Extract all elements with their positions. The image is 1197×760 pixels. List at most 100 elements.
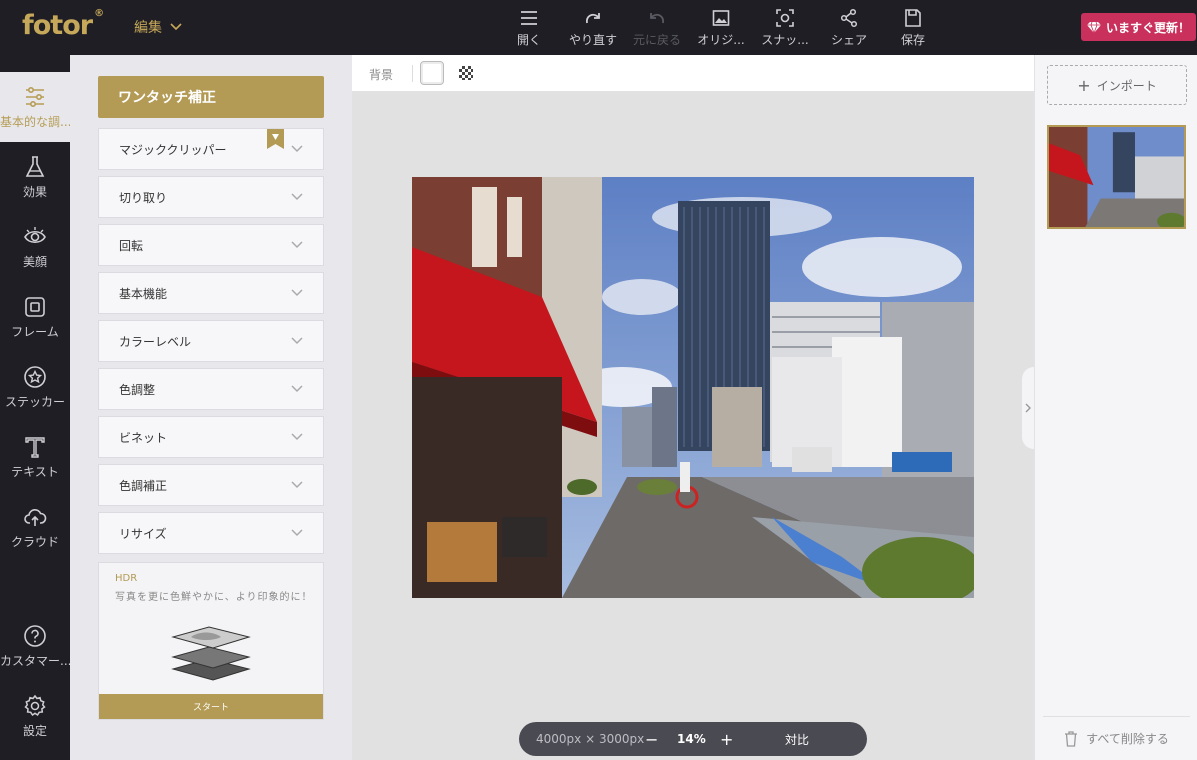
sticker-icon bbox=[24, 365, 46, 388]
nav-customer-support[interactable]: カスタマー... bbox=[0, 611, 70, 681]
chevron-right-icon bbox=[1025, 403, 1031, 413]
menu-icon bbox=[521, 11, 537, 25]
canvas-area: 4000px × 3000px − 14% + 対比 bbox=[352, 92, 1034, 760]
open-button[interactable]: 開く bbox=[497, 8, 561, 48]
collapse-right-panel-button[interactable] bbox=[1022, 367, 1034, 449]
share-icon bbox=[840, 8, 858, 28]
compare-button[interactable]: 対比 bbox=[785, 731, 809, 748]
fotor-logo[interactable]: fotor ® bbox=[22, 8, 104, 41]
accordion-label: 色調整 bbox=[119, 382, 156, 397]
gear-icon bbox=[24, 694, 46, 716]
diamond-icon bbox=[1086, 21, 1101, 33]
chevron-down-icon bbox=[291, 145, 303, 153]
accordion-label: 基本機能 bbox=[119, 286, 168, 301]
chevron-down-icon bbox=[291, 241, 303, 249]
premium-badge-icon bbox=[267, 129, 284, 149]
accordion-label: 色調補正 bbox=[119, 478, 168, 493]
image-icon bbox=[712, 10, 730, 26]
chevron-down-icon bbox=[291, 481, 303, 489]
eye-icon bbox=[24, 226, 46, 243]
zoom-in-button[interactable]: + bbox=[720, 730, 733, 749]
top-bar: fotor ® 編集 開く やり直す 元に戻る オリジ... スナッ... シェア bbox=[0, 0, 1197, 55]
hdr-description: 写真を更に色鮮やかに、より印象的に！ bbox=[115, 592, 313, 603]
nav-basic-adjust[interactable]: 基本的な調... bbox=[0, 72, 70, 142]
sliders-icon bbox=[26, 86, 44, 107]
one-touch-fix-button[interactable]: ワンタッチ補正 bbox=[98, 76, 324, 118]
zoom-out-button[interactable]: − bbox=[645, 730, 658, 749]
delete-all-label: すべて削除する bbox=[1086, 732, 1169, 746]
snapshot-icon bbox=[776, 9, 794, 27]
hdr-title: HDR bbox=[115, 573, 138, 584]
frame-icon bbox=[25, 296, 45, 317]
chevron-down-icon bbox=[291, 433, 303, 441]
right-panel: + インポート すべて削除する bbox=[1034, 55, 1197, 760]
undo-button[interactable]: 元に戻る bbox=[625, 8, 689, 48]
divider bbox=[412, 65, 413, 82]
canvas-toolbar: 背景 bbox=[352, 55, 1034, 92]
chevron-down-icon bbox=[170, 23, 182, 31]
text-icon bbox=[25, 436, 45, 458]
hdr-card: HDR 写真を更に色鮮やかに、より印象的に！ スタート bbox=[98, 562, 324, 720]
upgrade-button[interactable]: いますぐ更新！ bbox=[1080, 13, 1196, 41]
cloud-icon bbox=[24, 508, 47, 526]
background-label: 背景 bbox=[369, 68, 394, 82]
nav-text[interactable]: テキスト bbox=[0, 422, 70, 492]
import-button[interactable]: + インポート bbox=[1047, 65, 1187, 105]
nav-effects[interactable]: 効果 bbox=[0, 142, 70, 212]
save-button[interactable]: 保存 bbox=[881, 8, 945, 48]
save-icon bbox=[905, 9, 921, 27]
accordion-rotate[interactable]: 回転 bbox=[98, 224, 324, 266]
share-button[interactable]: シェア bbox=[817, 8, 881, 48]
upgrade-label: いますぐ更新！ bbox=[1105, 20, 1190, 35]
accordion-resize[interactable]: リサイズ bbox=[98, 512, 324, 554]
image-size-readout: 4000px × 3000px bbox=[536, 732, 645, 746]
accordion-color-adjust[interactable]: 色調整 bbox=[98, 368, 324, 410]
chevron-down-icon bbox=[291, 529, 303, 537]
redo-icon bbox=[586, 13, 600, 24]
edit-menu[interactable]: 編集 bbox=[134, 17, 182, 37]
plus-icon: + bbox=[1077, 75, 1091, 95]
help-icon bbox=[24, 624, 46, 647]
original-button[interactable]: オリジ... bbox=[689, 8, 753, 48]
accordion-label: リサイズ bbox=[119, 526, 167, 541]
layers-icon bbox=[171, 626, 251, 681]
photo-thumbnail[interactable] bbox=[1047, 125, 1186, 229]
nav-frame[interactable]: フレーム bbox=[0, 282, 70, 352]
background-white-swatch[interactable] bbox=[420, 61, 444, 85]
accordion-label: マジッククリッパー bbox=[119, 142, 227, 157]
nav-cloud[interactable]: クラウド bbox=[0, 492, 70, 562]
left-nav: 基本的な調... 効果 美顔 フレーム ステッカー テキスト クラウド カスタマ… bbox=[0, 55, 70, 760]
undo-icon bbox=[650, 13, 664, 24]
accordion-label: ビネット bbox=[119, 430, 168, 445]
flask-icon bbox=[25, 155, 45, 177]
zoom-level: 14% bbox=[677, 732, 706, 746]
accordion-vignette[interactable]: ビネット bbox=[98, 416, 324, 458]
trash-icon bbox=[1065, 730, 1078, 747]
accordion-label: 回転 bbox=[119, 238, 144, 253]
background-transparent-swatch[interactable] bbox=[459, 66, 473, 80]
redo-button[interactable]: やり直す bbox=[561, 8, 625, 48]
chevron-down-icon bbox=[291, 385, 303, 393]
accordion-basic[interactable]: 基本機能 bbox=[98, 272, 324, 314]
accordion-tone-correction[interactable]: 色調補正 bbox=[98, 464, 324, 506]
thumbnail-image bbox=[1049, 127, 1184, 227]
accordion-label: カラーレベル bbox=[119, 334, 192, 349]
chevron-down-icon bbox=[291, 337, 303, 345]
chevron-down-icon bbox=[291, 193, 303, 201]
chevron-down-icon bbox=[291, 289, 303, 297]
nav-settings[interactable]: 設定 bbox=[0, 681, 70, 751]
hdr-start-button[interactable]: スタート bbox=[99, 694, 323, 719]
adjust-panel: ワンタッチ補正 マジッククリッパー 切り取り 回転 基本機能 カラーレベル 色調… bbox=[70, 55, 352, 760]
accordion-magic-clipper[interactable]: マジッククリッパー bbox=[98, 128, 324, 170]
edit-menu-label: 編集 bbox=[134, 20, 162, 36]
zoom-bar: 4000px × 3000px − 14% + 対比 bbox=[519, 722, 867, 756]
accordion-crop[interactable]: 切り取り bbox=[98, 176, 324, 218]
delete-all-button[interactable]: すべて削除する bbox=[1043, 716, 1190, 760]
street-photo-image bbox=[412, 177, 974, 598]
nav-beauty[interactable]: 美顔 bbox=[0, 212, 70, 282]
toolbar: 開く やり直す 元に戻る オリジ... スナッ... シェア 保存 bbox=[497, 8, 945, 48]
nav-sticker[interactable]: ステッカー bbox=[0, 352, 70, 422]
accordion-color-level[interactable]: カラーレベル bbox=[98, 320, 324, 362]
snapshot-button[interactable]: スナッ... bbox=[753, 8, 817, 48]
edited-photo[interactable] bbox=[412, 177, 974, 598]
